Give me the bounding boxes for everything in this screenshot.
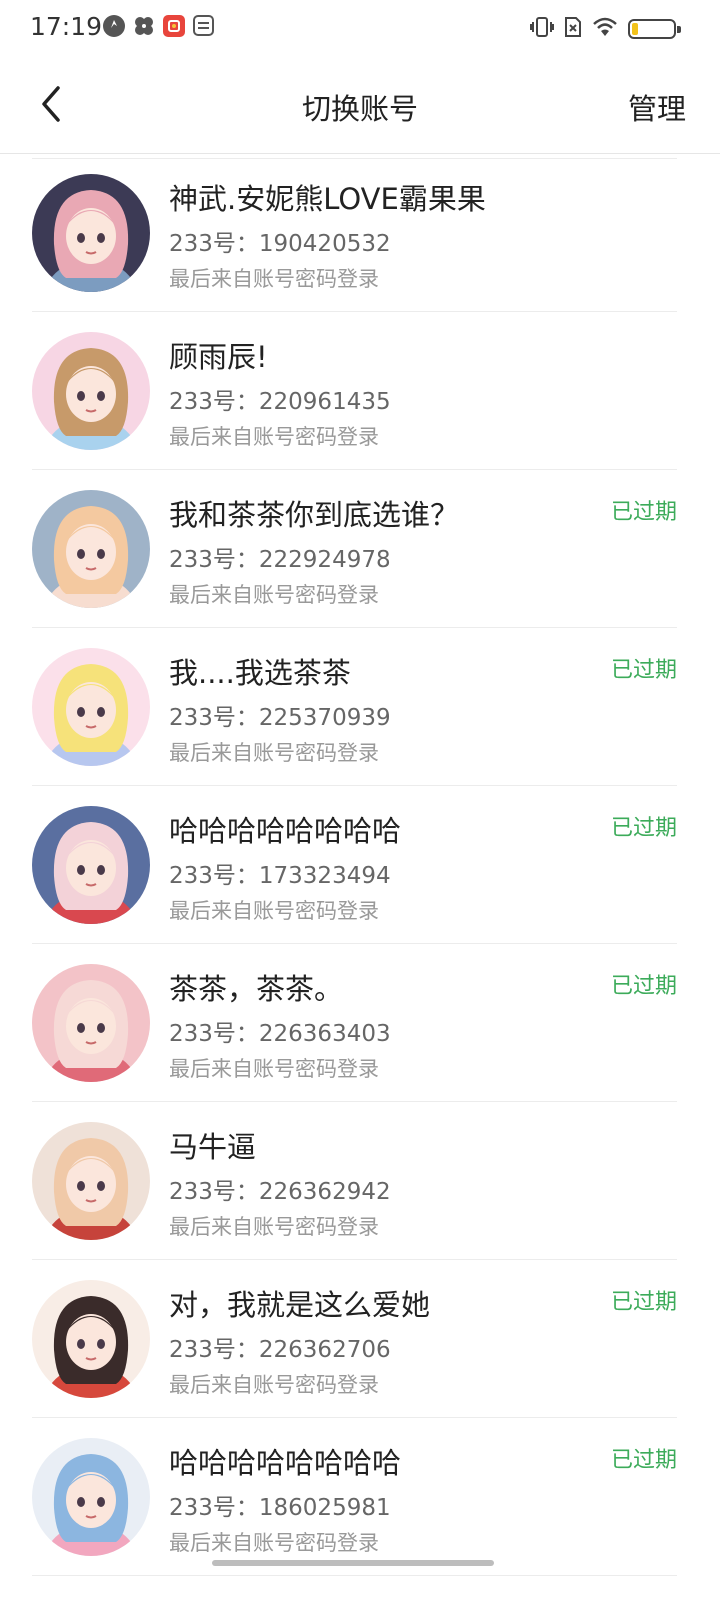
account-login-source: 最后来自账号密码登录 xyxy=(169,267,379,291)
avatar xyxy=(32,174,150,292)
card-app-icon xyxy=(193,15,214,36)
page-title: 切换账号 xyxy=(301,92,418,126)
account-id: 233号：226362706 xyxy=(169,1337,391,1363)
expired-badge: 已过期 xyxy=(610,816,677,841)
account-id: 233号：222924978 xyxy=(169,547,391,573)
account-login-source: 最后来自账号密码登录 xyxy=(169,1531,379,1555)
account-name: 顾雨辰! xyxy=(169,340,268,374)
home-indicator[interactable] xyxy=(212,1560,494,1566)
account-login-source: 最后来自账号密码登录 xyxy=(169,1215,379,1239)
account-login-source: 最后来自账号密码登录 xyxy=(169,583,379,607)
status-time: 17:19 xyxy=(30,12,103,41)
account-row[interactable]: 茶茶，茶茶。 233号：226363403 最后来自账号密码登录 已过期 xyxy=(32,944,677,1102)
status-system-icons xyxy=(530,16,681,42)
pinwheel-app-icon xyxy=(133,15,155,37)
account-name: 神武.安妮熊LOVE霸果果 xyxy=(169,182,486,216)
avatar xyxy=(32,964,150,1082)
account-row[interactable]: 我和茶茶你到底选谁？ 233号：222924978 最后来自账号密码登录 已过期 xyxy=(32,470,677,628)
battery-level-fill xyxy=(632,23,638,35)
account-id: 233号：190420532 xyxy=(169,231,391,257)
account-list[interactable]: 神武.安妮熊LOVE霸果果 233号：190420532 最后来自账号密码登录 顾雨辰… xyxy=(0,154,720,1600)
account-row[interactable]: 神武.安妮熊LOVE霸果果 233号：190420532 最后来自账号密码登录 xyxy=(32,154,677,312)
avatar xyxy=(32,332,150,450)
red-app-icon xyxy=(163,15,185,37)
account-row[interactable]: 对，我就是这么爱她 233号：226362706 最后来自账号密码登录 已过期 xyxy=(32,1260,677,1418)
account-login-source: 最后来自账号密码登录 xyxy=(169,741,379,765)
account-id: 233号：186025981 xyxy=(169,1495,391,1521)
account-login-source: 最后来自账号密码登录 xyxy=(169,425,379,449)
account-row[interactable]: 马牛逼 233号：226362942 最后来自账号密码登录 xyxy=(32,1102,677,1260)
account-row[interactable]: 哈哈哈哈哈哈哈哈 233号：173323494 最后来自账号密码登录 已过期 xyxy=(32,786,677,944)
account-name: 对，我就是这么爱她 xyxy=(169,1288,431,1322)
avatar xyxy=(32,1280,150,1398)
expired-badge: 已过期 xyxy=(610,974,677,999)
avatar xyxy=(32,648,150,766)
account-row[interactable]: 顾雨辰! 233号：220961435 最后来自账号密码登录 xyxy=(32,312,677,470)
account-name: 马牛逼 xyxy=(169,1130,257,1164)
account-id: 233号：226363403 xyxy=(169,1021,391,1047)
clock-app-icon xyxy=(103,15,125,37)
avatar xyxy=(32,490,150,608)
expired-badge: 已过期 xyxy=(610,658,677,683)
expired-badge: 已过期 xyxy=(610,1290,677,1315)
top-nav-bar: 切换账号 管理 xyxy=(0,56,720,154)
account-name: 我....我选茶茶 xyxy=(169,656,351,690)
account-name: 我和茶茶你到底选谁？ xyxy=(169,498,460,532)
account-login-source: 最后来自账号密码登录 xyxy=(169,899,379,923)
expired-badge: 已过期 xyxy=(610,1448,677,1473)
account-id: 233号：226362942 xyxy=(169,1179,391,1205)
no-sim-icon xyxy=(564,16,582,42)
account-login-source: 最后来自账号密码登录 xyxy=(169,1373,379,1397)
account-id: 233号：173323494 xyxy=(169,863,391,889)
wifi-icon xyxy=(592,16,618,42)
account-login-source: 最后来自账号密码登录 xyxy=(169,1057,379,1081)
avatar xyxy=(32,1438,150,1556)
avatar xyxy=(32,1122,150,1240)
vibrate-icon xyxy=(530,16,554,42)
account-row[interactable]: 哈哈哈哈哈哈哈哈 233号：186025981 最后来自账号密码登录 已过期 xyxy=(32,1418,677,1576)
battery-icon xyxy=(628,19,681,39)
account-id: 233号：220961435 xyxy=(169,389,391,415)
account-name: 茶茶，茶茶。 xyxy=(169,972,344,1006)
account-name: 哈哈哈哈哈哈哈哈 xyxy=(169,814,402,848)
status-bar: 17:19 xyxy=(0,0,720,56)
account-id: 233号：225370939 xyxy=(169,705,391,731)
avatar xyxy=(32,806,150,924)
expired-badge: 已过期 xyxy=(610,500,677,525)
status-app-icons xyxy=(103,15,214,37)
account-row[interactable]: 我....我选茶茶 233号：225370939 最后来自账号密码登录 已过期 xyxy=(32,628,677,786)
account-name: 哈哈哈哈哈哈哈哈 xyxy=(169,1446,402,1480)
manage-button[interactable]: 管理 xyxy=(628,86,686,128)
